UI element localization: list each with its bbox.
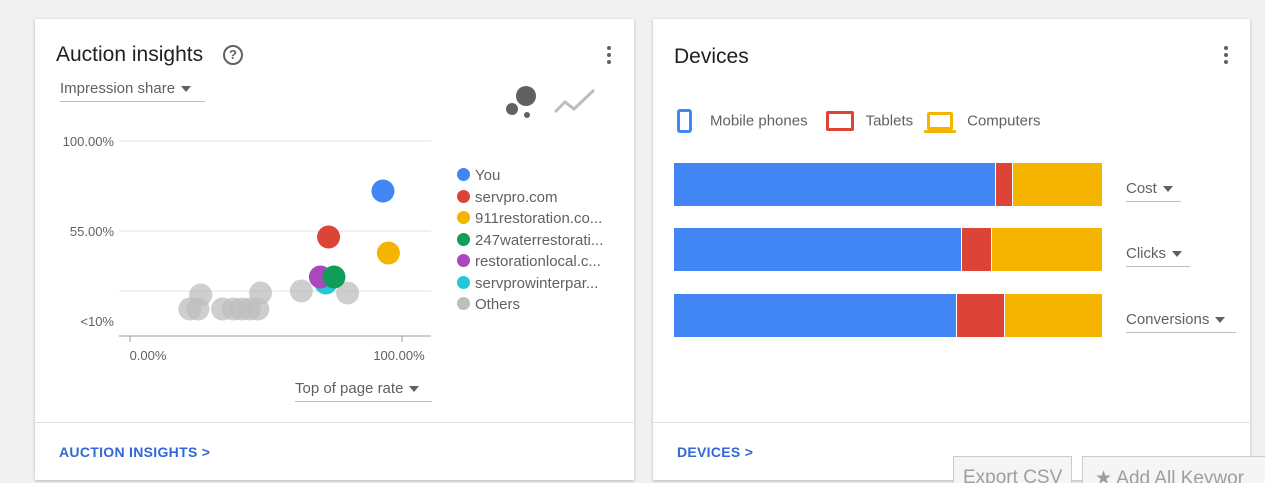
devices-legend: Mobile phones Tablets Computers <box>677 109 1040 133</box>
caret-down-icon <box>409 386 420 393</box>
more-vert-icon[interactable] <box>1222 46 1230 68</box>
legend-dot <box>457 168 470 181</box>
y-tick-label: <10% <box>80 314 114 329</box>
bar-segment-tablets <box>960 228 991 271</box>
x-tick-label: 100.00% <box>373 348 425 363</box>
export-csv-label: Export CSV <box>963 467 1063 483</box>
star-icon: ★ <box>1095 468 1117 483</box>
legend-label: 247waterrestorati... <box>475 231 604 249</box>
legend-label-computers: Computers <box>967 112 1041 130</box>
bar-row-conversions[interactable] <box>674 294 1102 337</box>
legend-label-tablets: Tablets <box>865 112 914 130</box>
x-axis-dropdown-label: Top of page rate <box>295 380 404 397</box>
bar-segment-mobile-phones <box>674 163 995 206</box>
caret-down-icon <box>1172 251 1182 258</box>
bar-segment-computers <box>1003 294 1102 337</box>
caret-down-icon <box>1215 317 1226 324</box>
caret-down-icon <box>1162 186 1173 193</box>
devices-link[interactable]: DEVICES > <box>677 444 753 460</box>
legend-dot <box>457 232 470 246</box>
chart-legend: You servpro.com 911restoration.co... 247wat… <box>457 167 603 318</box>
legend-label: Others <box>475 296 521 313</box>
legend-dot <box>457 254 470 267</box>
legend-label: You <box>475 167 501 184</box>
scatter-point-competitor <box>317 225 341 249</box>
metric-dropdown-conversions[interactable]: Conversions <box>1126 311 1236 333</box>
y-tick-label: 55.00% <box>70 224 115 239</box>
legend-label-mobile: Mobile phones <box>710 112 808 130</box>
metric-label: Conversions <box>1126 311 1210 328</box>
bar-row-clicks[interactable] <box>674 228 1102 271</box>
scatter-point-competitor <box>322 265 346 289</box>
devices-card: Devices Mobile phones Tablets Computers Co… <box>653 19 1250 480</box>
legend-item[interactable]: restorationlocal.c... <box>457 253 603 275</box>
legend-item[interactable]: servprowinterpar... <box>457 275 603 297</box>
legend-item[interactable]: servpro.com <box>457 189 603 211</box>
legend-dot <box>457 211 470 224</box>
legend-label: servpro.com <box>475 188 558 206</box>
auction-insights-card: Auction insights ? Impression share <10%… <box>35 19 634 480</box>
metric-label: Cost <box>1126 180 1157 197</box>
auction-insights-link[interactable]: AUCTION INSIGHTS > <box>59 444 210 460</box>
bar-row-cost[interactable] <box>674 163 1102 206</box>
x-tick-label: 0.00% <box>130 348 167 363</box>
scatter-point-competitor <box>376 241 400 265</box>
metric-dropdown-clicks[interactable]: Clicks <box>1126 245 1190 267</box>
bar-segment-tablets <box>956 294 1004 337</box>
x-axis-dropdown[interactable]: Top of page rate <box>295 380 432 402</box>
legend-item[interactable]: 247waterrestorati... <box>457 232 603 254</box>
add-all-keywords-label: Add All Keywor <box>1116 468 1245 483</box>
scatter-point-others <box>189 283 213 307</box>
legend-label: 911restoration.co... <box>475 210 603 227</box>
legend-item[interactable]: Others <box>457 296 603 318</box>
computer-icon <box>924 112 957 133</box>
legend-item[interactable]: 911restoration.co... <box>457 210 603 232</box>
bar-segment-computers <box>990 228 1102 271</box>
legend-dot <box>457 297 470 310</box>
add-all-keywords-button[interactable]: ★ Add All Keywor <box>1082 456 1265 483</box>
card-footer: AUCTION INSIGHTS > <box>35 422 634 480</box>
scatter-point-others <box>289 279 313 303</box>
y-tick-label: 100.00% <box>63 134 115 149</box>
legend-item[interactable]: You <box>457 167 603 189</box>
bar-segment-tablets <box>995 163 1013 206</box>
card-title: Devices <box>674 45 749 68</box>
tablet-icon <box>825 111 854 131</box>
legend-label: restorationlocal.c... <box>475 253 601 270</box>
bar-segment-mobile-phones <box>674 228 961 271</box>
bar-segment-mobile-phones <box>674 294 957 337</box>
phone-icon <box>677 109 692 133</box>
export-csv-button[interactable]: Export CSV <box>953 456 1072 483</box>
scatter-point-you <box>371 179 395 203</box>
metric-dropdown-cost[interactable]: Cost <box>1126 180 1181 202</box>
scatter-point-others <box>249 281 273 305</box>
legend-dot <box>457 189 470 203</box>
metric-label: Clicks <box>1126 245 1166 262</box>
bar-segment-computers <box>1012 163 1102 206</box>
legend-dot <box>457 275 470 289</box>
legend-label: servprowinterpar... <box>475 274 599 292</box>
